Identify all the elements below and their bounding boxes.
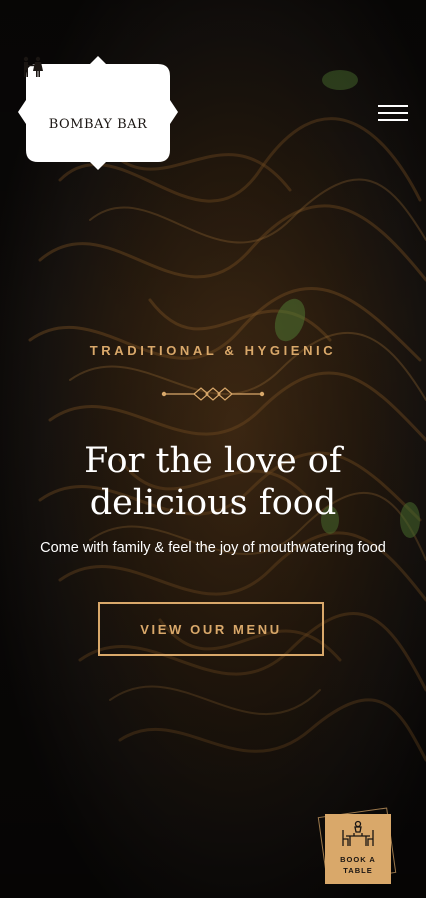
- hero-title-line-1: For the love of: [84, 441, 342, 481]
- hero-subtitle: Come with family & feel the joy of mouth…: [40, 540, 386, 556]
- hero-title: For the love of delicious food: [0, 440, 426, 524]
- hero-title-line-2: delicious food: [89, 483, 337, 523]
- hamburger-icon-line-top: [378, 105, 408, 107]
- brand-logo[interactable]: BOMBAY BAR: [18, 56, 178, 170]
- hero-section: BOMBAY BAR TRADITIONAL & HYGIENIC For th…: [0, 0, 426, 898]
- hero-eyebrow: TRADITIONAL & HYGIENIC: [89, 343, 337, 358]
- book-table-label-line-1: BOOK A: [340, 855, 376, 864]
- view-menu-button[interactable]: VIEW OUR MENU: [98, 602, 324, 656]
- brand-name: BOMBAY BAR: [48, 117, 148, 132]
- couple-icon: [23, 56, 43, 77]
- hamburger-icon-line-middle: [378, 112, 408, 114]
- book-table-label-line-2: TABLE: [343, 866, 373, 875]
- hamburger-icon-line-bottom: [378, 119, 408, 121]
- book-table-label: BOOK A TABLE: [325, 854, 391, 876]
- ornament-divider-icon: [161, 387, 265, 401]
- book-table-button[interactable]: BOOK A TABLE: [317, 806, 398, 890]
- menu-toggle-button[interactable]: [374, 102, 408, 122]
- dining-table-icon: [342, 820, 374, 846]
